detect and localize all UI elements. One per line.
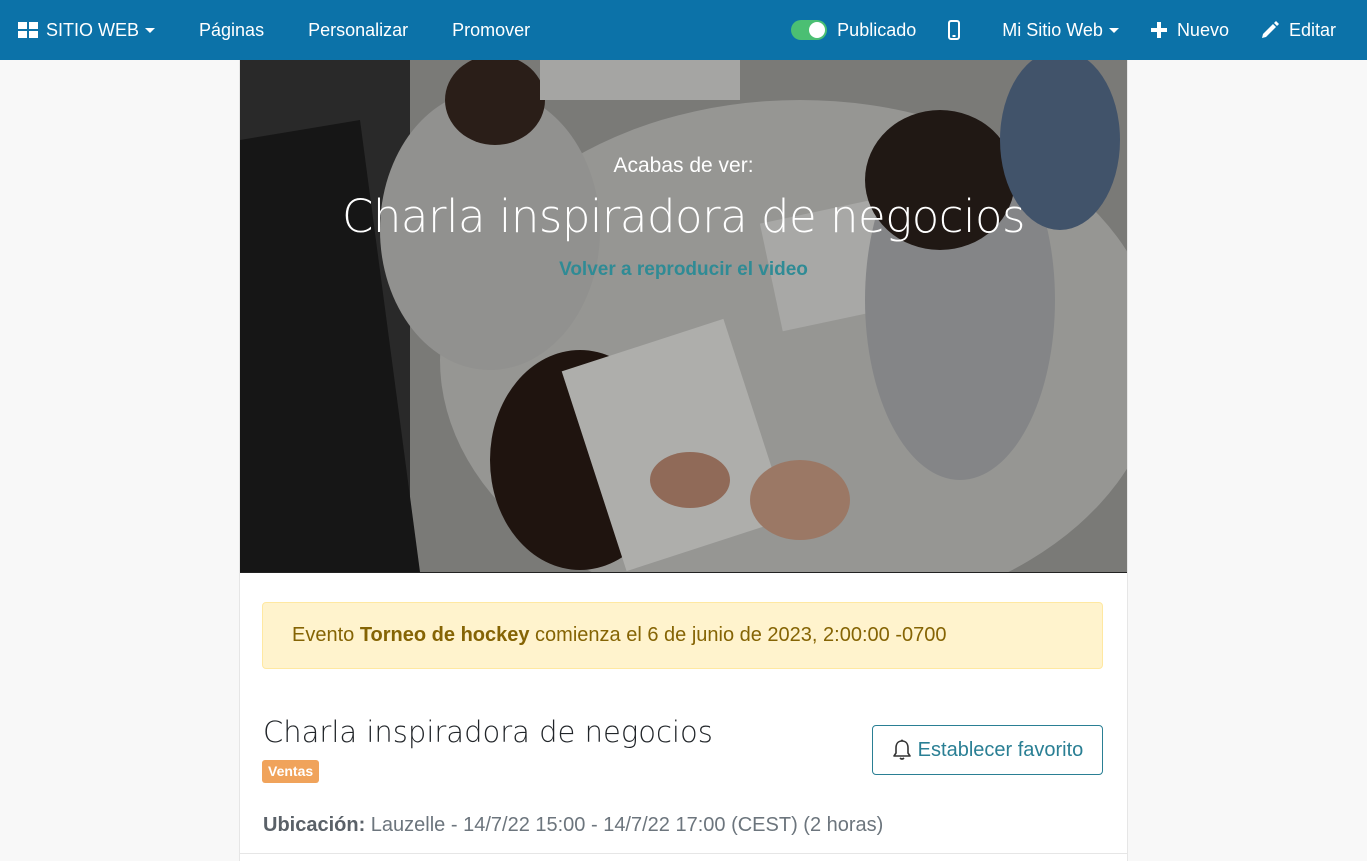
mobile-preview-button[interactable] [948,0,970,60]
site-selector-label: Mi Sitio Web [1002,19,1103,40]
top-navbar: SITIO WEB Páginas Personalizar Promover … [0,0,1367,60]
replay-video-link[interactable]: Volver a reproducir el video [240,259,1127,281]
website-menu[interactable]: SITIO WEB [18,0,156,60]
event-tag[interactable]: Ventas [262,760,320,783]
edit-button[interactable]: Editar [1261,0,1336,60]
hero-title: Charla inspiradora de negocios [341,190,1026,243]
set-favorite-button[interactable]: Establecer favorito [872,725,1103,775]
hero-kicker: Acabas de ver: [613,154,754,177]
chevron-down-icon [145,27,156,33]
divider [240,853,1127,854]
location-label: Ubicación: [263,814,366,836]
publish-label: Publicado [837,19,917,40]
plus-icon [1150,22,1167,38]
new-label: Nuevo [1176,19,1229,40]
nav-pages[interactable]: Páginas [199,0,264,60]
navbar-left: SITIO WEB Páginas Personalizar Promover [0,0,530,60]
event-location: Ubicación: Lauzelle - 14/7/22 15:00 - 14… [263,814,883,837]
main-content: Acabas de ver: Charla inspiradora de neg… [239,60,1128,861]
navbar-right: Publicado Mi Sitio Web Nuevo Editar [791,0,1336,60]
toggle-switch[interactable] [791,20,828,40]
new-button[interactable]: Nuevo [1150,0,1229,60]
publish-toggle[interactable]: Publicado [791,0,916,60]
location-value: Lauzelle - 14/7/22 15:00 - 14/7/22 17:00… [365,814,884,836]
hero-text: Acabas de ver: Charla inspiradora de neg… [240,154,1127,281]
event-title: Charla inspiradora de negocios [263,715,713,749]
site-selector[interactable]: Mi Sitio Web [1002,0,1119,60]
pencil-icon [1261,21,1279,38]
video-hero: Acabas de ver: Charla inspiradora de neg… [240,60,1127,573]
alert-suffix: comienza el 6 de junio de 2023, 2:00:00 … [529,624,947,646]
hero-overlay [240,60,1127,572]
alert-prefix: Evento [292,624,360,646]
set-favorite-label: Establecer favorito [917,738,1084,761]
event-alert: Evento Torneo de hockey comienza el 6 de… [262,602,1103,669]
nav-promote[interactable]: Promover [452,0,530,60]
alert-event-name: Torneo de hockey [359,624,530,646]
bell-icon [892,739,911,760]
website-menu-label: SITIO WEB [46,19,140,40]
grid-icon [18,22,38,38]
edit-label: Editar [1288,19,1336,40]
mobile-icon [948,20,961,40]
chevron-down-icon [1108,27,1119,33]
nav-customize[interactable]: Personalizar [308,0,408,60]
